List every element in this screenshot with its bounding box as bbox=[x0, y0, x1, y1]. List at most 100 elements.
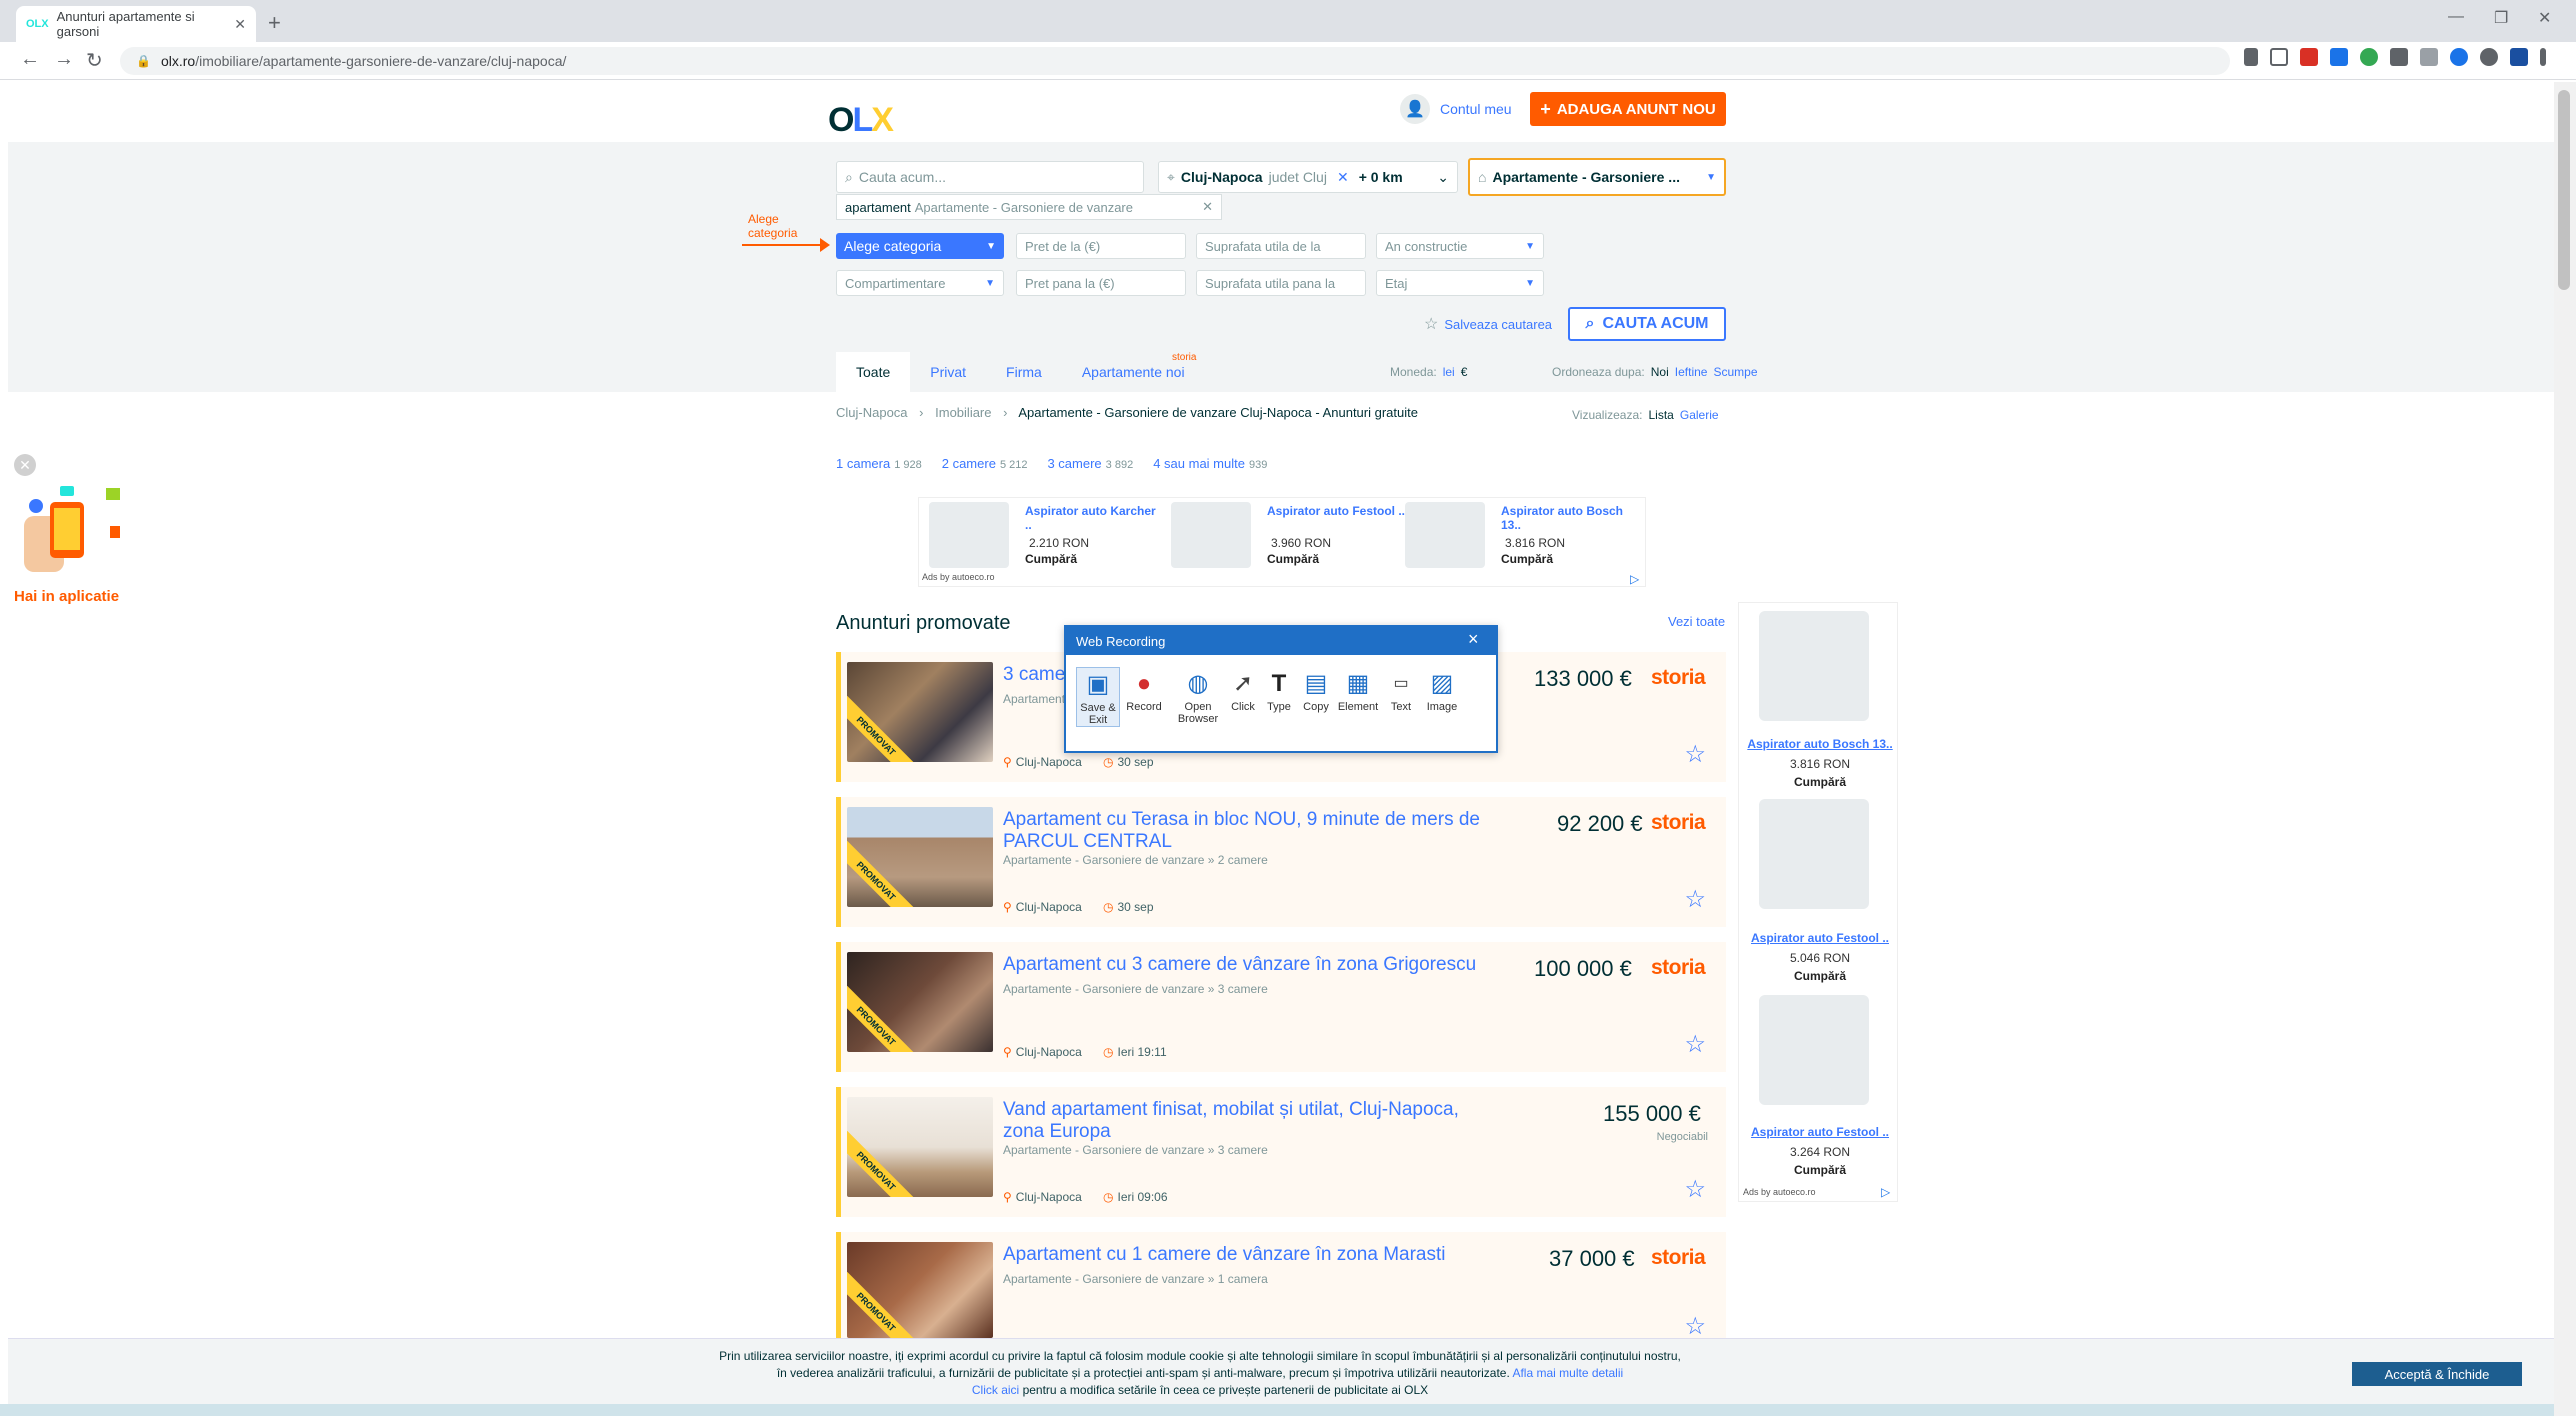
account-link[interactable]: 👤 Contul meu bbox=[1400, 94, 1512, 124]
product-image[interactable] bbox=[1759, 995, 1869, 1105]
listing-photo[interactable]: PROMOVAT bbox=[847, 807, 993, 907]
menu-dots-icon[interactable] bbox=[2540, 48, 2546, 66]
listing-card[interactable]: PROMOVAT Apartament cu Terasa in bloc NO… bbox=[836, 797, 1726, 927]
breadcrumb-item[interactable]: Cluj-Napoca bbox=[836, 405, 908, 420]
reload-icon[interactable]: ↻ bbox=[86, 48, 103, 73]
new-tab-icon[interactable]: + bbox=[268, 10, 281, 36]
view-gallery[interactable]: Galerie bbox=[1680, 408, 1719, 422]
floor-select[interactable]: Etaj ▼ bbox=[1376, 270, 1544, 296]
ad-attribution[interactable]: Ads by autoeco.ro bbox=[1743, 1187, 1816, 1197]
radius-select[interactable]: + 0 km bbox=[1359, 169, 1403, 185]
price-to-input[interactable]: Pret pana la (€) bbox=[1016, 270, 1186, 296]
dialog-titlebar[interactable]: Web Recording bbox=[1066, 627, 1496, 655]
listing-card[interactable]: PROMOVAT Apartament cu 1 camere de vânza… bbox=[836, 1232, 1726, 1338]
browser-tab[interactable]: OLX Anunturi apartamente si garsoni ✕ bbox=[16, 6, 256, 42]
favorite-star-icon[interactable]: ☆ bbox=[1684, 1030, 1706, 1059]
extension-icon[interactable] bbox=[2360, 48, 2378, 66]
view-list[interactable]: Lista bbox=[1649, 408, 1674, 422]
close-dialog-icon[interactable]: × bbox=[1468, 629, 1479, 650]
adchoices-icon[interactable]: ▷ bbox=[1881, 1185, 1890, 1199]
close-window-icon[interactable]: ✕ bbox=[2538, 8, 2551, 28]
product-image[interactable] bbox=[1759, 611, 1869, 721]
listing-photo[interactable]: PROMOVAT bbox=[847, 662, 993, 762]
extension-icon[interactable] bbox=[2510, 48, 2528, 66]
clear-location-icon[interactable]: ✕ bbox=[1337, 169, 1349, 186]
search-input[interactable]: ⌕ Cauta acum... bbox=[836, 161, 1144, 193]
extension-icon[interactable] bbox=[2480, 48, 2498, 66]
listing-title[interactable]: Apartament cu 3 camere de vânzare în zon… bbox=[1003, 954, 1483, 976]
listing-card[interactable]: PROMOVAT Vand apartament finisat, mobila… bbox=[836, 1087, 1726, 1217]
accept-cookies-button[interactable]: Acceptă & Închide bbox=[2352, 1362, 2522, 1386]
listing-photo[interactable]: PROMOVAT bbox=[847, 952, 993, 1052]
minimize-icon[interactable]: — bbox=[2448, 8, 2464, 26]
filter-category-select[interactable]: Alege categoria ▼ bbox=[836, 233, 1004, 259]
favorite-star-icon[interactable]: ☆ bbox=[1684, 885, 1706, 914]
cookie-more-link[interactable]: Afla mai multe detalii bbox=[1512, 1366, 1623, 1380]
type-tool[interactable]: T Type bbox=[1262, 667, 1296, 714]
element-tool[interactable]: ▦ Element bbox=[1336, 667, 1380, 714]
extension-icon[interactable] bbox=[2330, 48, 2348, 66]
room-filter-link[interactable]: 4 sau mai multe 939 bbox=[1153, 456, 1267, 471]
text-tool[interactable]: ▭ Text bbox=[1384, 667, 1418, 714]
ad-buy[interactable]: Cumpără bbox=[1745, 1163, 1895, 1177]
area-to-input[interactable]: Suprafata utila pana la bbox=[1196, 270, 1366, 296]
ad-title[interactable]: Aspirator auto Bosch 13.. bbox=[1745, 737, 1895, 751]
close-suggestion-icon[interactable]: ✕ bbox=[1202, 199, 1213, 215]
chevron-down-icon[interactable]: ⌄ bbox=[1437, 169, 1449, 186]
ad-attribution[interactable]: Ads by autoeco.ro bbox=[922, 572, 995, 582]
currency-lei[interactable]: lei bbox=[1443, 365, 1455, 379]
app-promo-illustration[interactable] bbox=[14, 476, 126, 576]
tab-private[interactable]: Privat bbox=[910, 352, 986, 392]
listing-card[interactable]: PROMOVAT Apartament cu 3 camere de vânza… bbox=[836, 942, 1726, 1072]
record-button[interactable]: ● Record bbox=[1122, 667, 1166, 714]
favorite-star-icon[interactable]: ☆ bbox=[1684, 1175, 1706, 1204]
click-tool[interactable]: ➚ Click bbox=[1226, 667, 1260, 714]
app-promo-label[interactable]: Hai in aplicatie bbox=[14, 588, 119, 605]
olx-logo[interactable]: OLX bbox=[826, 92, 894, 148]
ad-title[interactable]: Aspirator auto Festool .. bbox=[1745, 931, 1895, 945]
listing-title[interactable]: Apartament cu 1 camere de vânzare în zon… bbox=[1003, 1244, 1483, 1266]
listing-photo[interactable]: PROMOVAT bbox=[847, 1097, 993, 1197]
see-all-link[interactable]: Vezi toate bbox=[1668, 614, 1725, 629]
url-field[interactable]: 🔒 olx.ro/imobiliare/apartamente-garsonie… bbox=[120, 47, 2230, 75]
post-ad-button[interactable]: + ADAUGA ANUNT NOU bbox=[1530, 92, 1726, 126]
image-tool[interactable]: ▨ Image bbox=[1420, 667, 1464, 714]
price-from-input[interactable]: Pret de la (€) bbox=[1016, 233, 1186, 259]
product-image[interactable] bbox=[1759, 799, 1869, 909]
cookie-click-link[interactable]: Click aici bbox=[972, 1383, 1019, 1397]
currency-eur[interactable]: € bbox=[1461, 365, 1468, 379]
year-built-select[interactable]: An constructie ▼ bbox=[1376, 233, 1544, 259]
scrollbar-thumb[interactable] bbox=[2558, 90, 2570, 290]
room-filter-link[interactable]: 2 camere 5 212 bbox=[942, 456, 1028, 471]
favorite-star-icon[interactable]: ☆ bbox=[1684, 740, 1706, 769]
ad-item[interactable]: Aspirator auto Bosch 13.. 3.816 RON Cump… bbox=[1405, 502, 1645, 572]
breadcrumb-item[interactable]: Imobiliare bbox=[935, 405, 991, 420]
sort-newest[interactable]: Noi bbox=[1651, 365, 1669, 379]
forward-icon[interactable]: → bbox=[54, 48, 74, 71]
save-search-link[interactable]: ☆ Salveaza cautarea bbox=[1424, 314, 1552, 334]
ad-item[interactable]: Aspirator auto Karcher .. 2.210 RON Cump… bbox=[929, 502, 1169, 572]
tab-company[interactable]: Firma bbox=[986, 352, 1062, 392]
layout-select[interactable]: Compartimentare ▼ bbox=[836, 270, 1004, 296]
ad-title[interactable]: Aspirator auto Festool .. bbox=[1745, 1125, 1895, 1139]
ad-item[interactable]: Aspirator auto Festool .. 3.960 RON Cump… bbox=[1171, 502, 1411, 572]
extension-icon[interactable] bbox=[2390, 48, 2408, 66]
listing-title[interactable]: Vand apartament finisat, mobilat și util… bbox=[1003, 1099, 1483, 1143]
copy-tool[interactable]: ▤ Copy bbox=[1298, 667, 1334, 714]
extension-icon[interactable] bbox=[2450, 48, 2468, 66]
category-select[interactable]: ⌂ Apartamente - Garsoniere ... ▼ bbox=[1468, 158, 1726, 196]
sort-cheapest[interactable]: Ieftine bbox=[1675, 365, 1708, 379]
listing-photo[interactable]: PROMOVAT bbox=[847, 1242, 993, 1338]
room-filter-link[interactable]: 3 camere 3 892 bbox=[1047, 456, 1133, 471]
restore-icon[interactable]: ❐ bbox=[2494, 8, 2508, 28]
back-icon[interactable]: ← bbox=[20, 48, 40, 71]
room-filter-link[interactable]: 1 camera 1 928 bbox=[836, 456, 922, 471]
extension-icon[interactable] bbox=[2420, 48, 2438, 66]
favorite-star-icon[interactable]: ☆ bbox=[1684, 1312, 1706, 1338]
ad-buy[interactable]: Cumpără bbox=[1745, 969, 1895, 983]
close-promo-icon[interactable]: ✕ bbox=[14, 454, 36, 476]
key-icon[interactable] bbox=[2244, 48, 2258, 66]
extension-icon[interactable] bbox=[2300, 48, 2318, 66]
open-browser-button[interactable]: ◍ Open Browser bbox=[1176, 667, 1220, 726]
save-exit-button[interactable]: ▣ Save & Exit bbox=[1076, 667, 1120, 727]
